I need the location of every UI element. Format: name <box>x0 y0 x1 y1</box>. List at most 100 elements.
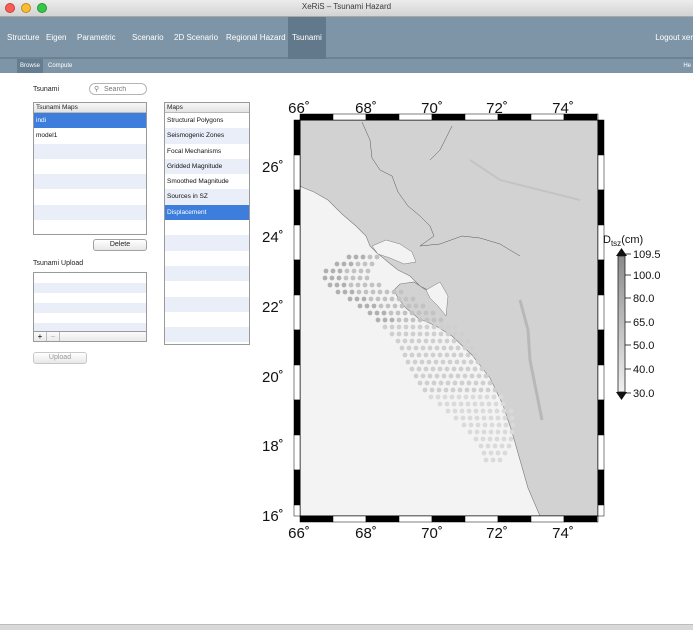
tsunami-maps-header[interactable]: Tsunami Maps <box>34 103 146 113</box>
colorbar-title-main: D <box>603 234 611 246</box>
displacement-dot <box>508 436 514 442</box>
empty-row <box>34 303 146 313</box>
displacement-dot <box>364 303 370 309</box>
search-field[interactable]: ⚲ <box>89 83 147 95</box>
horizontal-scrollbar[interactable] <box>0 624 693 630</box>
displacement-dot <box>389 324 395 330</box>
displacement-dot <box>448 345 454 351</box>
list-item-model1[interactable]: model1 <box>34 128 146 143</box>
frame-segment <box>293 329 301 366</box>
help-link[interactable]: He <box>683 59 691 73</box>
displacement-dot <box>430 338 436 344</box>
frame-segment <box>597 469 605 506</box>
list-item-focal-mechanisms[interactable]: Focal Mechanisms <box>165 144 249 159</box>
frame-segment <box>365 515 400 523</box>
displacement-dot <box>412 359 418 365</box>
displacement-dot <box>322 275 328 281</box>
displacement-dot <box>506 443 512 449</box>
nav-parametric[interactable]: Parametric <box>73 17 120 59</box>
displacement-dot <box>396 324 402 330</box>
nav-scenario[interactable]: Scenario <box>128 17 168 59</box>
displacement-dot <box>392 303 398 309</box>
frame-segment <box>293 189 301 226</box>
displacement-dot <box>445 324 451 330</box>
displacement-dot <box>437 352 443 358</box>
displacement-dot <box>410 296 416 302</box>
displacement-dot <box>472 401 478 407</box>
upload-button[interactable]: Upload <box>33 352 87 364</box>
displacement-dot <box>410 331 416 337</box>
displacement-dot <box>465 401 471 407</box>
displacement-dot <box>403 331 409 337</box>
empty-row <box>165 281 249 296</box>
maps-list[interactable]: Maps Structural Polygons Seismogenic Zon… <box>164 102 250 345</box>
nav-2d-scenario[interactable]: 2D Scenario <box>170 17 222 59</box>
displacement-dot <box>375 317 381 323</box>
list-item-seismogenic-zones[interactable]: Seismogenic Zones <box>165 128 249 144</box>
remove-file-button[interactable]: − <box>47 332 60 341</box>
displacement-dot <box>410 324 416 330</box>
displacement-dot <box>382 296 388 302</box>
list-item-smoothed-magnitude[interactable]: Smoothed Magnitude <box>165 174 249 189</box>
displacement-dot <box>368 296 374 302</box>
displacement-dot <box>417 380 423 386</box>
displacement-dot <box>422 387 428 393</box>
nav-structure[interactable]: Structure <box>3 17 43 59</box>
upload-list[interactable] <box>33 272 147 332</box>
lon-label-bottom-70: 70˚ <box>421 525 443 542</box>
displacement-dot <box>406 303 412 309</box>
lat-label-18: 18˚ <box>262 438 284 455</box>
displacement-dot <box>459 408 465 414</box>
list-item-sources-in-sz[interactable]: Sources in SZ <box>165 189 249 205</box>
displacement-dot <box>402 352 408 358</box>
list-item-indi[interactable]: indi <box>34 113 146 129</box>
displacement-dot <box>457 387 463 393</box>
nav-tsunami[interactable]: Tsunami <box>288 17 326 59</box>
tab-compute[interactable]: Compute <box>45 59 75 73</box>
displacement-dot <box>364 275 370 281</box>
lon-label-top-66: 66˚ <box>288 100 310 117</box>
colorbar-label-80: 80.0 <box>633 293 654 305</box>
displacement-dot <box>441 373 447 379</box>
list-item-gridded-magnitude[interactable]: Gridded Magnitude <box>165 158 249 175</box>
displacement-dot <box>409 352 415 358</box>
logout-link[interactable]: Logout xer <box>655 17 693 59</box>
displacement-dot <box>431 331 437 337</box>
frame-segment <box>597 294 605 331</box>
search-input[interactable] <box>104 84 144 94</box>
tsunami-maps-list[interactable]: Tsunami Maps indi model1 <box>33 102 147 235</box>
displacement-dot <box>410 317 416 323</box>
displacement-dot <box>434 345 440 351</box>
nav-regional-hazard[interactable]: Regional Hazard <box>222 17 290 59</box>
displacement-dot <box>469 345 475 351</box>
empty-row <box>34 323 146 331</box>
list-item-displacement[interactable]: Displacement <box>165 204 249 221</box>
lat-label-24: 24˚ <box>262 229 284 246</box>
displacement-dot <box>354 296 360 302</box>
displacement-dot <box>485 443 491 449</box>
displacement-dot <box>424 331 430 337</box>
displacement-dot <box>452 380 458 386</box>
list-item-structural-polygons[interactable]: Structural Polygons <box>165 113 249 128</box>
tab-browse[interactable]: Browse <box>17 59 44 73</box>
displacement-dot <box>355 282 361 288</box>
displacement-dot <box>501 408 507 414</box>
displacement-dot <box>347 296 353 302</box>
displacement-dot <box>375 296 381 302</box>
displacement-dot <box>503 422 509 428</box>
displacement-dot <box>356 289 362 295</box>
displacement-dot <box>455 345 461 351</box>
displacement-dot <box>444 352 450 358</box>
add-file-button[interactable]: + <box>34 332 47 341</box>
displacement-dot <box>465 366 471 372</box>
frame-segment <box>597 119 605 156</box>
frame-segment <box>563 515 598 523</box>
displacement-dot <box>498 394 504 400</box>
displacement-dot <box>490 457 496 463</box>
nav-eigen[interactable]: Eigen <box>42 17 70 59</box>
frame-segment <box>293 399 301 436</box>
delete-button[interactable]: Delete <box>93 239 147 251</box>
maps-header[interactable]: Maps <box>165 103 249 113</box>
displacement-dot <box>413 345 419 351</box>
empty-row <box>34 313 146 323</box>
